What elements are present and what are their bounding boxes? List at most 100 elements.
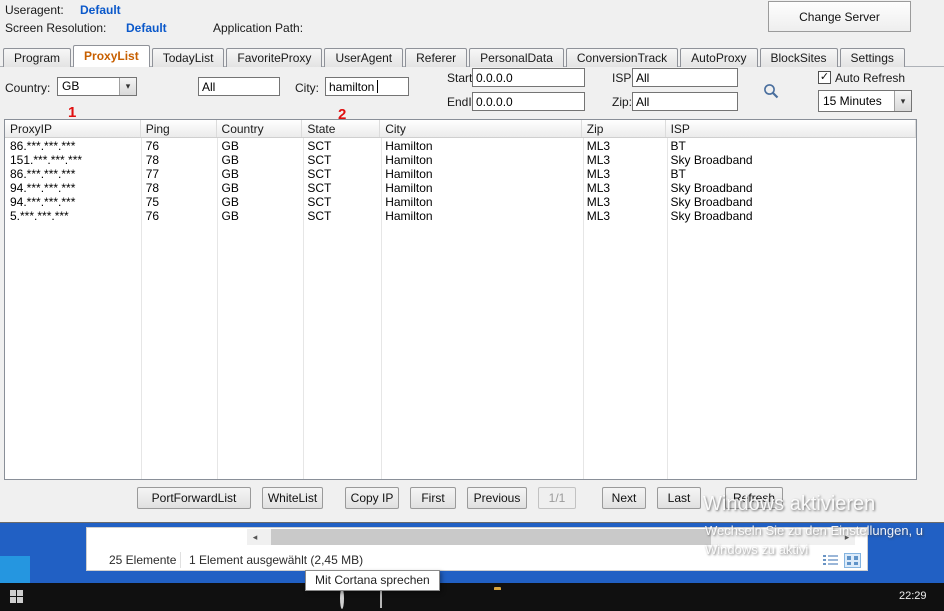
thumbnail-view-icon[interactable]	[844, 553, 862, 568]
page-indicator: 1/1	[538, 487, 576, 509]
tab-settings[interactable]: Settings	[840, 48, 905, 67]
state-filter-input[interactable]	[198, 77, 280, 96]
text-caret	[377, 80, 378, 93]
cortana-tooltip: Mit Cortana sprechen	[305, 570, 440, 591]
column-header-city[interactable]: City	[380, 120, 582, 137]
screen-resolution-label: Screen Resolution:	[5, 21, 106, 35]
table-cell: SCT	[302, 153, 380, 167]
table-cell: ML3	[582, 181, 666, 195]
auto-refresh-checkbox[interactable]	[818, 71, 831, 84]
proxy-app-window: Useragent: Default Screen Resolution: De…	[0, 0, 944, 523]
start-button-icon[interactable]	[10, 590, 23, 603]
table-cell: BT	[666, 139, 916, 153]
tab-conversiontrack[interactable]: ConversionTrack	[566, 48, 678, 67]
table-cell: GB	[217, 153, 303, 167]
magnifier-icon[interactable]	[762, 82, 780, 105]
column-header-ping[interactable]: Ping	[141, 120, 217, 137]
startip-input[interactable]	[472, 68, 585, 87]
tab-program[interactable]: Program	[3, 48, 71, 67]
screen-resolution-value[interactable]: Default	[126, 21, 167, 35]
useragent-value[interactable]: Default	[80, 3, 121, 17]
annotation-step-2: 2	[338, 106, 346, 123]
taskbar[interactable]: 22:29	[0, 583, 944, 611]
table-row[interactable]: 151.***.***.***78GBSCTHamiltonML3Sky Bro…	[5, 153, 916, 167]
useragent-label: Useragent:	[5, 3, 64, 17]
table-cell: GB	[217, 167, 303, 181]
table-row[interactable]: 86.***.***.***77GBSCTHamiltonML3BT	[5, 167, 916, 181]
tab-blocksites[interactable]: BlockSites	[760, 48, 838, 67]
background-window-corner[interactable]	[0, 556, 30, 584]
table-row[interactable]: 5.***.***.***76GBSCTHamiltonML3Sky Broad…	[5, 209, 916, 223]
table-cell: GB	[217, 181, 303, 195]
zip-input[interactable]	[632, 92, 738, 111]
table-header: ProxyIPPingCountryStateCityZipISP	[5, 120, 916, 138]
copy-ip-button[interactable]: Copy IP	[345, 487, 399, 509]
annotation-step-1: 1	[68, 104, 76, 121]
previous-page-button[interactable]: Previous	[467, 487, 527, 509]
table-row[interactable]: 94.***.***.***78GBSCTHamiltonML3Sky Broa…	[5, 181, 916, 195]
auto-refresh-label: Auto Refresh	[835, 71, 905, 85]
table-cell: 94.***.***.***	[5, 195, 141, 209]
last-page-button[interactable]: Last	[657, 487, 701, 509]
portforwardlist-button[interactable]: PortForwardList	[137, 487, 251, 509]
table-cell: Hamilton	[380, 195, 582, 209]
column-header-zip[interactable]: Zip	[582, 120, 666, 137]
desktop: Useragent: Default Screen Resolution: De…	[0, 0, 944, 611]
table-cell: BT	[666, 167, 916, 181]
column-header-isp[interactable]: ISP	[666, 120, 916, 137]
country-select[interactable]: GB	[57, 77, 137, 96]
table-cell: 94.***.***.***	[5, 181, 141, 195]
table-cell: Hamilton	[380, 153, 582, 167]
column-header-proxyip[interactable]: ProxyIP	[5, 120, 141, 137]
application-path-label: Application Path:	[213, 21, 303, 35]
tab-autoproxy[interactable]: AutoProxy	[680, 48, 757, 67]
tab-useragent[interactable]: UserAgent	[324, 48, 403, 67]
scrollbar-thumb[interactable]	[271, 529, 711, 545]
table-row[interactable]: 94.***.***.***75GBSCTHamiltonML3Sky Broa…	[5, 195, 916, 209]
chevron-down-icon[interactable]	[894, 91, 911, 111]
table-cell: Sky Broadband	[666, 181, 916, 195]
tab-personaldata[interactable]: PersonalData	[469, 48, 564, 67]
table-cell: 77	[141, 167, 217, 181]
refresh-interval-select[interactable]: 15 Minutes	[818, 90, 912, 112]
refresh-interval-value: 15 Minutes	[819, 91, 894, 111]
city-label: City:	[295, 81, 319, 95]
table-cell: Hamilton	[380, 167, 582, 181]
table-cell: SCT	[302, 195, 380, 209]
tab-referer[interactable]: Referer	[405, 48, 467, 67]
change-server-button[interactable]: Change Server	[768, 1, 911, 32]
task-view-icon[interactable]	[380, 590, 382, 608]
cortana-search-icon[interactable]	[340, 590, 344, 608]
country-select-value: GB	[58, 78, 119, 95]
selection-status: 1 Element ausgewählt (2,45 MB)	[189, 553, 363, 567]
scroll-left-arrow-icon[interactable]	[247, 529, 263, 545]
table-cell: SCT	[302, 209, 380, 223]
windows-activation-watermark-line2: Wechseln Sie zu den Einstellungen, u	[705, 523, 923, 538]
table-cell: Hamilton	[380, 181, 582, 195]
table-cell: 86.***.***.***	[5, 167, 141, 181]
tab-favoriteproxy[interactable]: FavoriteProxy	[226, 48, 322, 67]
next-page-button[interactable]: Next	[602, 487, 646, 509]
table-cell: GB	[217, 139, 303, 153]
details-view-icon[interactable]	[822, 553, 840, 568]
whitelist-button[interactable]: WhiteList	[262, 487, 323, 509]
windows-activation-watermark-line1: Windows aktivieren	[703, 493, 875, 516]
proxy-table: ProxyIPPingCountryStateCityZipISP86.***.…	[4, 119, 917, 480]
table-cell: 75	[141, 195, 217, 209]
isp-input[interactable]	[632, 68, 738, 87]
tab-proxylist[interactable]: ProxyList	[73, 45, 150, 67]
table-cell: SCT	[302, 139, 380, 153]
items-count-status: 25 Elemente	[109, 553, 176, 567]
taskbar-clock[interactable]: 22:29	[899, 590, 927, 602]
first-page-button[interactable]: First	[410, 487, 456, 509]
table-cell: GB	[217, 195, 303, 209]
table-cell: Hamilton	[380, 209, 582, 223]
table-cell: ML3	[582, 195, 666, 209]
endip-input[interactable]	[472, 92, 585, 111]
tab-todaylist[interactable]: TodayList	[152, 48, 225, 67]
city-filter-input[interactable]	[325, 77, 409, 96]
table-row[interactable]: 86.***.***.***76GBSCTHamiltonML3BT	[5, 139, 916, 153]
chevron-down-icon[interactable]	[119, 78, 136, 95]
column-header-country[interactable]: Country	[217, 120, 303, 137]
tab-bar: ProgramProxyListTodayListFavoriteProxyUs…	[3, 45, 905, 67]
